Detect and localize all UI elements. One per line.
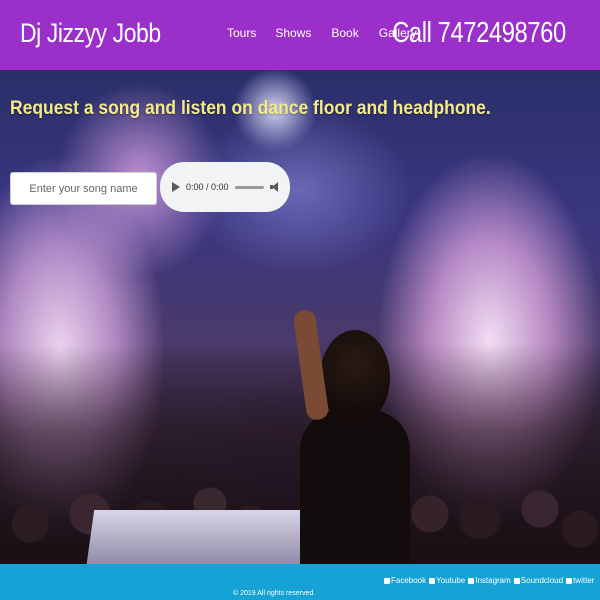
audio-player[interactable]: 0:00 / 0:00 [160, 162, 290, 212]
dj-body [300, 410, 410, 564]
twitter-link[interactable]: twitter [566, 576, 594, 585]
twitter-icon [566, 577, 573, 584]
dj-figure-image [292, 309, 410, 564]
facebook-link[interactable]: Facebook [384, 576, 426, 585]
song-name-input[interactable] [10, 172, 157, 205]
twitter-label: twitter [573, 576, 595, 585]
hero-title: Request a song and listen on dance floor… [10, 98, 491, 119]
youtube-icon [429, 577, 436, 584]
soundcloud-icon [513, 577, 520, 584]
play-icon[interactable] [172, 182, 180, 192]
instagram-icon [468, 577, 475, 584]
audio-time: 0:00 / 0:00 [186, 182, 229, 192]
nav-shows[interactable]: Shows [275, 26, 311, 40]
nav-book[interactable]: Book [331, 26, 358, 40]
call-phone-number[interactable]: Call 7472498760 [392, 17, 566, 50]
audio-progress-bar[interactable] [234, 185, 264, 189]
youtube-link[interactable]: Youtube [429, 576, 465, 585]
hero-background-image: Request a song and listen on dance floor… [0, 70, 600, 564]
header-bar: Dj Jizzyy Jobb Tours Shows Book Gallery … [0, 0, 600, 70]
instagram-link[interactable]: Instagram [468, 576, 511, 585]
facebook-label: Facebook [391, 576, 427, 585]
volume-icon[interactable] [270, 182, 280, 192]
instagram-label: Instagram [475, 576, 511, 585]
dj-head [320, 330, 390, 425]
youtube-label: Youtube [436, 576, 466, 585]
page: Dj Jizzyy Jobb Tours Shows Book Gallery … [0, 0, 600, 600]
dj-deck-image [85, 510, 315, 564]
social-links: Facebook Youtube Instagram Soundcloud tw… [384, 576, 594, 585]
facebook-icon [384, 577, 390, 584]
soundcloud-link[interactable]: Soundcloud [513, 576, 564, 585]
main-nav: Tours Shows Book Gallery [227, 26, 417, 40]
brand-logo[interactable]: Dj Jizzyy Jobb [20, 18, 161, 49]
footer-bar: Facebook Youtube Instagram Soundcloud tw… [0, 564, 600, 600]
copyright-text: © 2019 All rights reserved. [233, 590, 316, 597]
soundcloud-label: Soundcloud [520, 576, 564, 585]
nav-tours[interactable]: Tours [227, 26, 256, 40]
